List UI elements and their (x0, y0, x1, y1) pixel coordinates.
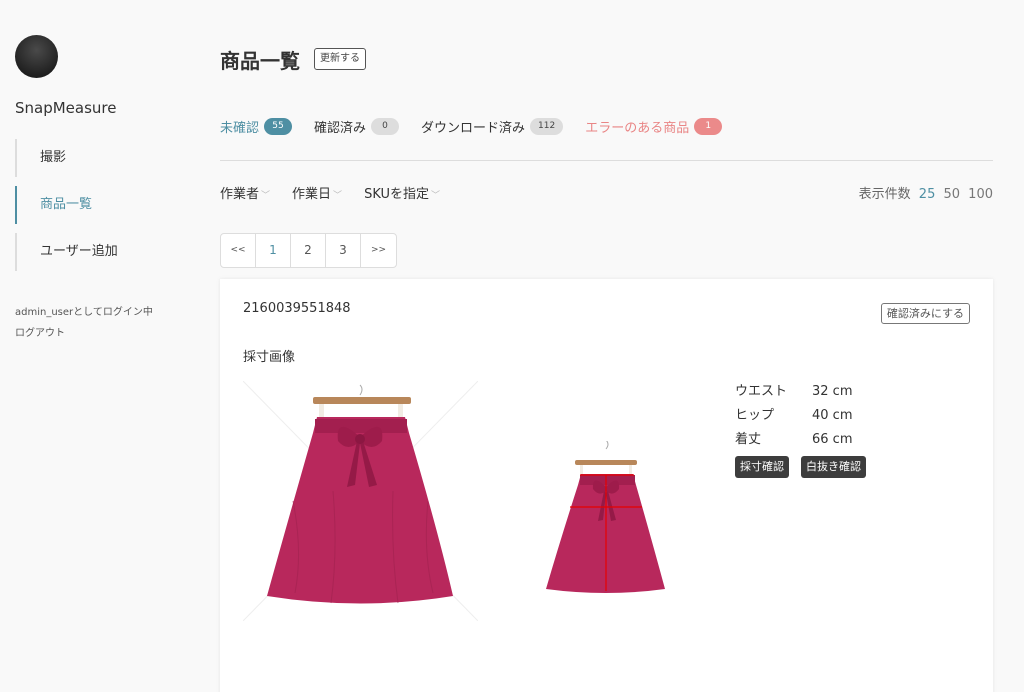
measurement-value: 32 cm (812, 384, 853, 399)
per-page-selector: 表示件数 25 50 100 (859, 183, 993, 202)
tab-label: エラーのある商品 (585, 121, 690, 136)
pagination: << 1 2 3 >> (220, 233, 397, 268)
chevron-down-icon: ﹀ (333, 191, 343, 201)
mark-confirmed-button[interactable]: 確認済みにする (880, 303, 970, 324)
tab-unconfirmed[interactable]: 未確認 55 (220, 117, 293, 136)
filter-sku[interactable]: SKUを指定 ﹀ (364, 183, 440, 202)
status-tabs: 未確認 55 確認済み 0 ダウンロード済み 112 エラーのある商品 1 (220, 117, 744, 136)
tab-label: ダウンロード済み (421, 121, 526, 136)
count-badge: 0 (371, 118, 400, 135)
check-buttons: 採寸確認 白抜き確認 (735, 456, 878, 478)
avatar[interactable] (15, 35, 58, 78)
divider (220, 160, 993, 161)
product-image-measured[interactable] (540, 441, 670, 596)
brand-name: SnapMeasure (15, 99, 117, 117)
tab-label: 確認済み (314, 121, 367, 136)
section-label: 採寸画像 (243, 350, 296, 365)
chevron-down-icon: ﹀ (261, 191, 271, 201)
tab-label: 未確認 (220, 121, 260, 136)
chevron-down-icon: ﹀ (431, 191, 441, 201)
measurement-list: ウエスト 32 cm ヒップ 40 cm 着丈 66 cm (735, 380, 853, 452)
filter-label: 作業日 (292, 187, 332, 202)
measurement-label: 着丈 (735, 432, 762, 447)
sidebar: SnapMeasure 撮影 商品一覧 ユーザー追加 admin_userとして… (0, 0, 200, 692)
page-button-2[interactable]: 2 (291, 234, 326, 267)
filter-label: 作業者 (220, 187, 260, 202)
filter-worker[interactable]: 作業者 ﹀ (220, 183, 270, 202)
product-card: 2160039551848 確認済みにする 採寸画像 ウエスト 32 cm ヒッ… (220, 279, 993, 692)
page-next-button[interactable]: >> (361, 234, 396, 267)
measurement-label: ヒップ (735, 408, 775, 423)
sidebar-item-product-list[interactable]: 商品一覧 (15, 186, 185, 224)
product-sku: 2160039551848 (243, 301, 351, 316)
per-page-option-100[interactable]: 100 (968, 187, 993, 202)
product-image-skirt[interactable] (243, 381, 478, 621)
cutout-check-button[interactable]: 白抜き確認 (801, 456, 866, 478)
per-page-label: 表示件数 (858, 187, 911, 202)
sidebar-item-shoot[interactable]: 撮影 (15, 139, 185, 177)
measurement-label: ウエスト (735, 384, 788, 399)
per-page-option-50[interactable]: 50 (943, 187, 960, 202)
per-page-option-25[interactable]: 25 (919, 187, 936, 202)
measurement-row: 着丈 66 cm (735, 428, 853, 452)
filter-label: SKUを指定 (364, 187, 430, 202)
filter-bar: 作業者 ﹀ 作業日 ﹀ SKUを指定 ﹀ (220, 183, 462, 202)
page-button-3[interactable]: 3 (326, 234, 361, 267)
sidebar-item-add-user[interactable]: ユーザー追加 (15, 233, 185, 271)
refresh-button[interactable]: 更新する (314, 48, 366, 70)
tab-confirmed[interactable]: 確認済み 0 (314, 117, 400, 136)
page-button-1[interactable]: 1 (256, 234, 291, 267)
logout-link[interactable]: ログアウト (15, 324, 65, 339)
filter-work-date[interactable]: 作業日 ﹀ (292, 183, 342, 202)
tab-error-items[interactable]: エラーのある商品 1 (585, 117, 723, 136)
measurement-value: 40 cm (812, 408, 853, 423)
measurement-row: ヒップ 40 cm (735, 404, 853, 428)
count-badge: 1 (694, 118, 723, 135)
page-prev-button[interactable]: << (221, 234, 256, 267)
tab-downloaded[interactable]: ダウンロード済み 112 (421, 117, 564, 136)
measurement-value: 66 cm (812, 432, 853, 447)
measurement-row: ウエスト 32 cm (735, 380, 853, 404)
count-badge: 55 (264, 118, 293, 135)
measurement-check-button[interactable]: 採寸確認 (735, 456, 789, 478)
page-title: 商品一覧 (220, 49, 300, 73)
count-badge: 112 (530, 118, 564, 135)
login-status: admin_userとしてログイン中 (15, 307, 153, 318)
